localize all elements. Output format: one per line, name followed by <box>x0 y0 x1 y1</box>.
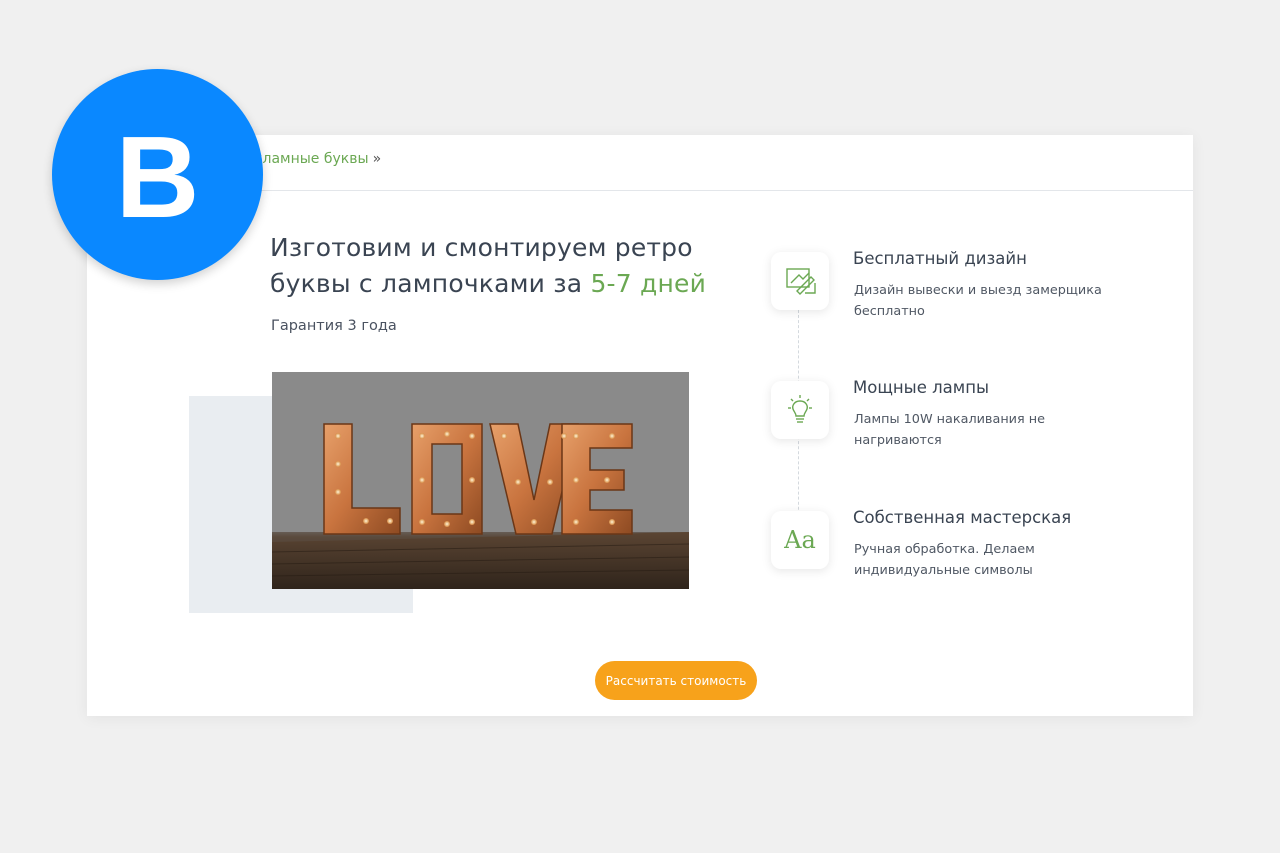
feature-description: Лампы 10W накаливания не нагриваются <box>854 412 1046 448</box>
vk-badge-icon: В <box>52 69 263 280</box>
feature-description: Дизайн вывески и выезд замерщика бесплат… <box>854 283 1102 319</box>
calculate-cost-button[interactable]: Рассчитать стоимость <box>595 661 757 700</box>
guarantee-text: Гарантия 3 года <box>271 318 397 334</box>
love-sign-illustration <box>272 372 689 589</box>
feature-title: Бесплатный дизайн <box>853 249 1027 268</box>
content-card: Рекламные буквы» Изготовим и смонтируем … <box>87 135 1193 716</box>
feature-description: Ручная обработка. Делаем индивидуальные … <box>854 542 1035 578</box>
lightbulb-icon <box>771 381 829 439</box>
badge-letter: В <box>115 111 200 242</box>
feature-title: Собственная мастерская <box>853 508 1072 527</box>
feature-item: Aa Собственная мастерская Ручная обработ… <box>771 508 1151 581</box>
font-icon-text: Aa <box>784 526 816 554</box>
headline-accent: 5-7 дней <box>590 269 707 298</box>
breadcrumb-separator: » <box>372 151 382 167</box>
font-icon: Aa <box>771 511 829 569</box>
feature-item: Мощные лампы Лампы 10W накаливания не на… <box>771 378 1151 451</box>
love-letters-photo <box>272 372 689 589</box>
design-icon <box>771 252 829 310</box>
feature-item: Бесплатный дизайн Дизайн вывески и выезд… <box>771 249 1151 322</box>
page-title: Изготовим и смонтируем ретро буквы с лам… <box>270 230 740 302</box>
feature-title: Мощные лампы <box>853 378 990 397</box>
